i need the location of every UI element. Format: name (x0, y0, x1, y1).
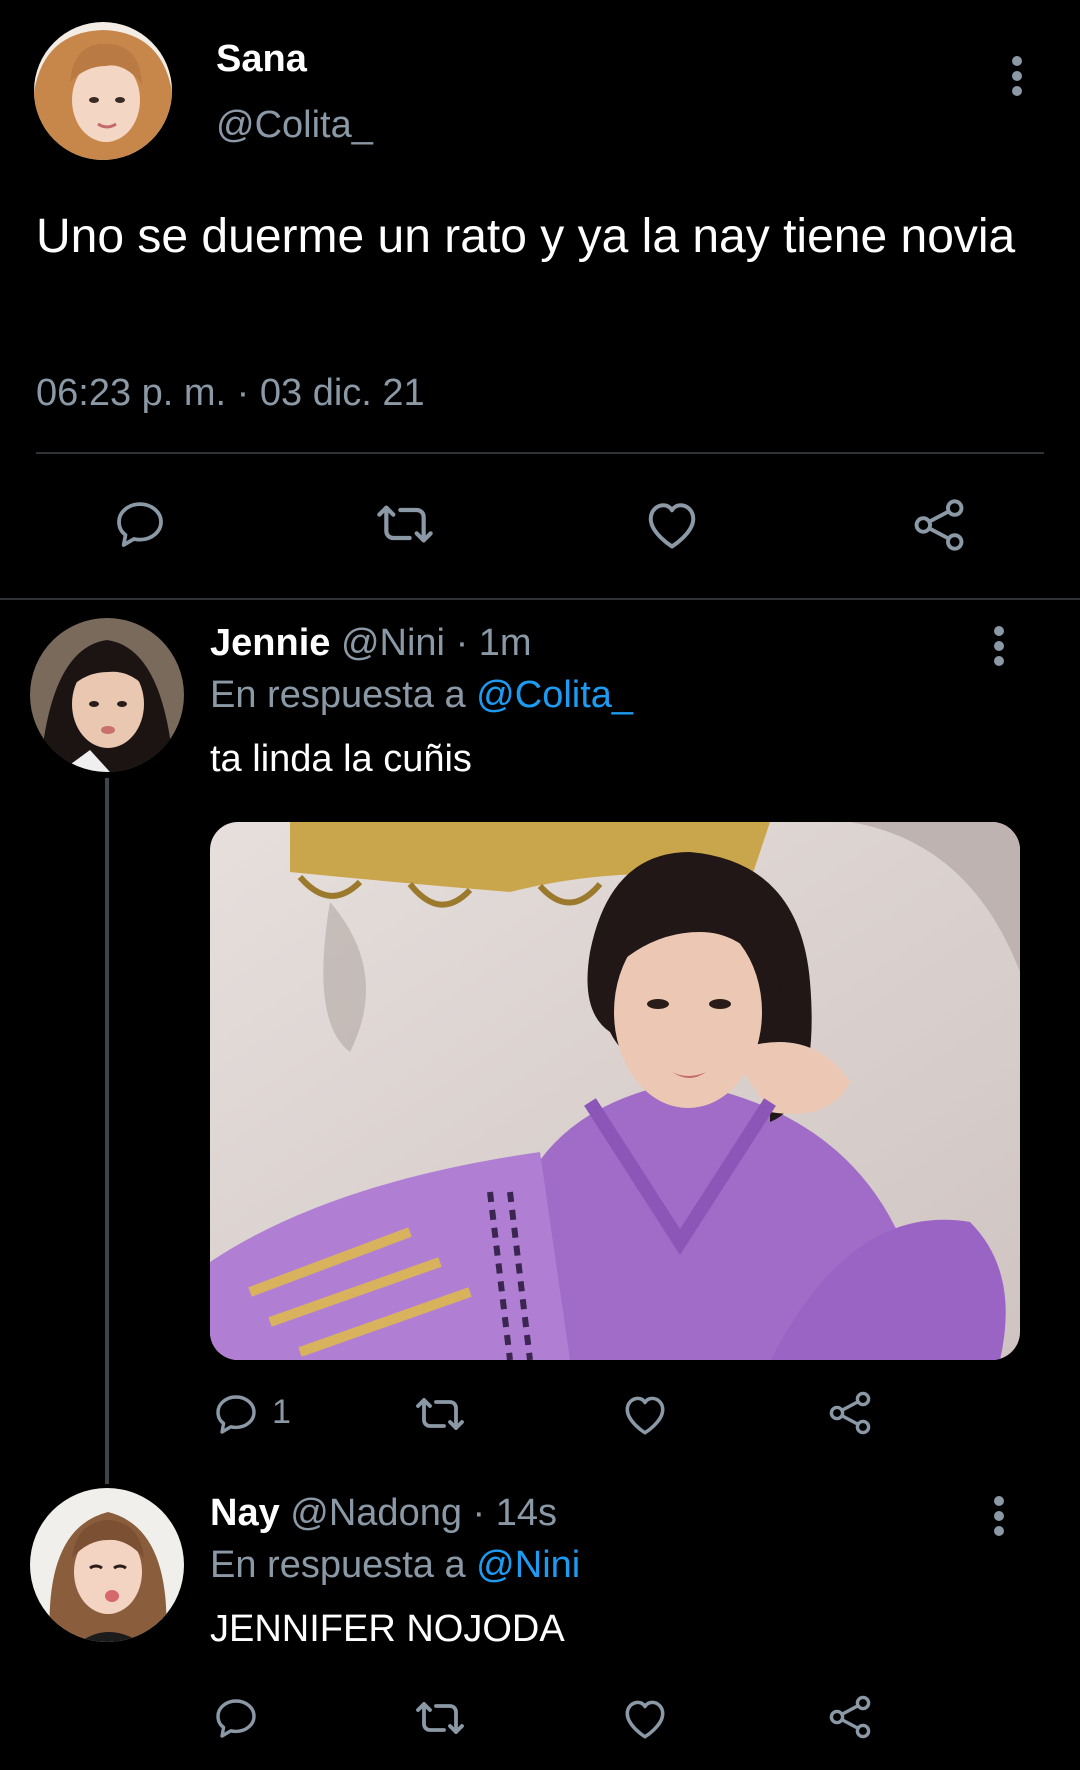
reply-text: ta linda la cuñis (210, 738, 472, 780)
reply-icon[interactable] (212, 1390, 260, 1438)
more-options-icon[interactable] (1011, 56, 1023, 96)
reply-to-link[interactable]: @Nini (476, 1544, 580, 1586)
heart-icon[interactable] (620, 1390, 670, 1438)
reply-text: JENNIFER NOJODA (210, 1608, 565, 1650)
section-divider (0, 598, 1080, 600)
reply-prefix: En respuesta a (210, 674, 466, 716)
reply-context: En respuesta a @Colita_ (210, 674, 633, 717)
more-options-icon[interactable] (993, 626, 1005, 666)
tweet-text: Uno se duerme un rato y ya la nay tiene … (36, 210, 1016, 263)
retweet-icon[interactable] (412, 1390, 468, 1438)
retweet-icon[interactable] (412, 1694, 468, 1742)
reply-author-name[interactable]: Nay (210, 1492, 280, 1534)
reply-to-link[interactable]: @Colita_ (476, 674, 633, 716)
divider (36, 452, 1044, 454)
thread-line (105, 778, 109, 1484)
author-handle[interactable]: @Colita_ (216, 104, 373, 147)
share-icon[interactable] (826, 1388, 874, 1438)
reply-time: · 14s (472, 1492, 558, 1534)
reply-header: Jennie @Nini · 1m (210, 622, 532, 665)
reply-header: Nay @Nadong · 14s (210, 1492, 557, 1535)
reply-count: 1 (272, 1393, 291, 1431)
reply-icon[interactable] (112, 496, 168, 552)
more-options-icon[interactable] (993, 1496, 1005, 1536)
reply-author-handle[interactable]: @Nadong (290, 1492, 462, 1534)
reply-time: · 1m (455, 622, 532, 664)
reply-context: En respuesta a @Nini (210, 1544, 580, 1587)
avatar-nay[interactable] (30, 1488, 184, 1642)
reply-icon[interactable] (212, 1694, 260, 1742)
reply-author-handle[interactable]: @Nini (341, 622, 445, 664)
heart-icon[interactable] (620, 1694, 670, 1742)
share-icon[interactable] (910, 496, 968, 554)
reply-image[interactable] (210, 822, 1020, 1360)
author-name[interactable]: Sana (216, 38, 307, 81)
heart-icon[interactable] (642, 496, 702, 552)
avatar-sana[interactable] (34, 22, 172, 160)
reply-prefix: En respuesta a (210, 1544, 466, 1586)
retweet-icon[interactable] (372, 496, 438, 552)
share-icon[interactable] (826, 1692, 874, 1742)
tweet-timestamp: 06:23 p. m. · 03 dic. 21 (36, 372, 425, 414)
reply-author-name[interactable]: Jennie (210, 622, 330, 664)
avatar-jennie[interactable] (30, 618, 184, 772)
